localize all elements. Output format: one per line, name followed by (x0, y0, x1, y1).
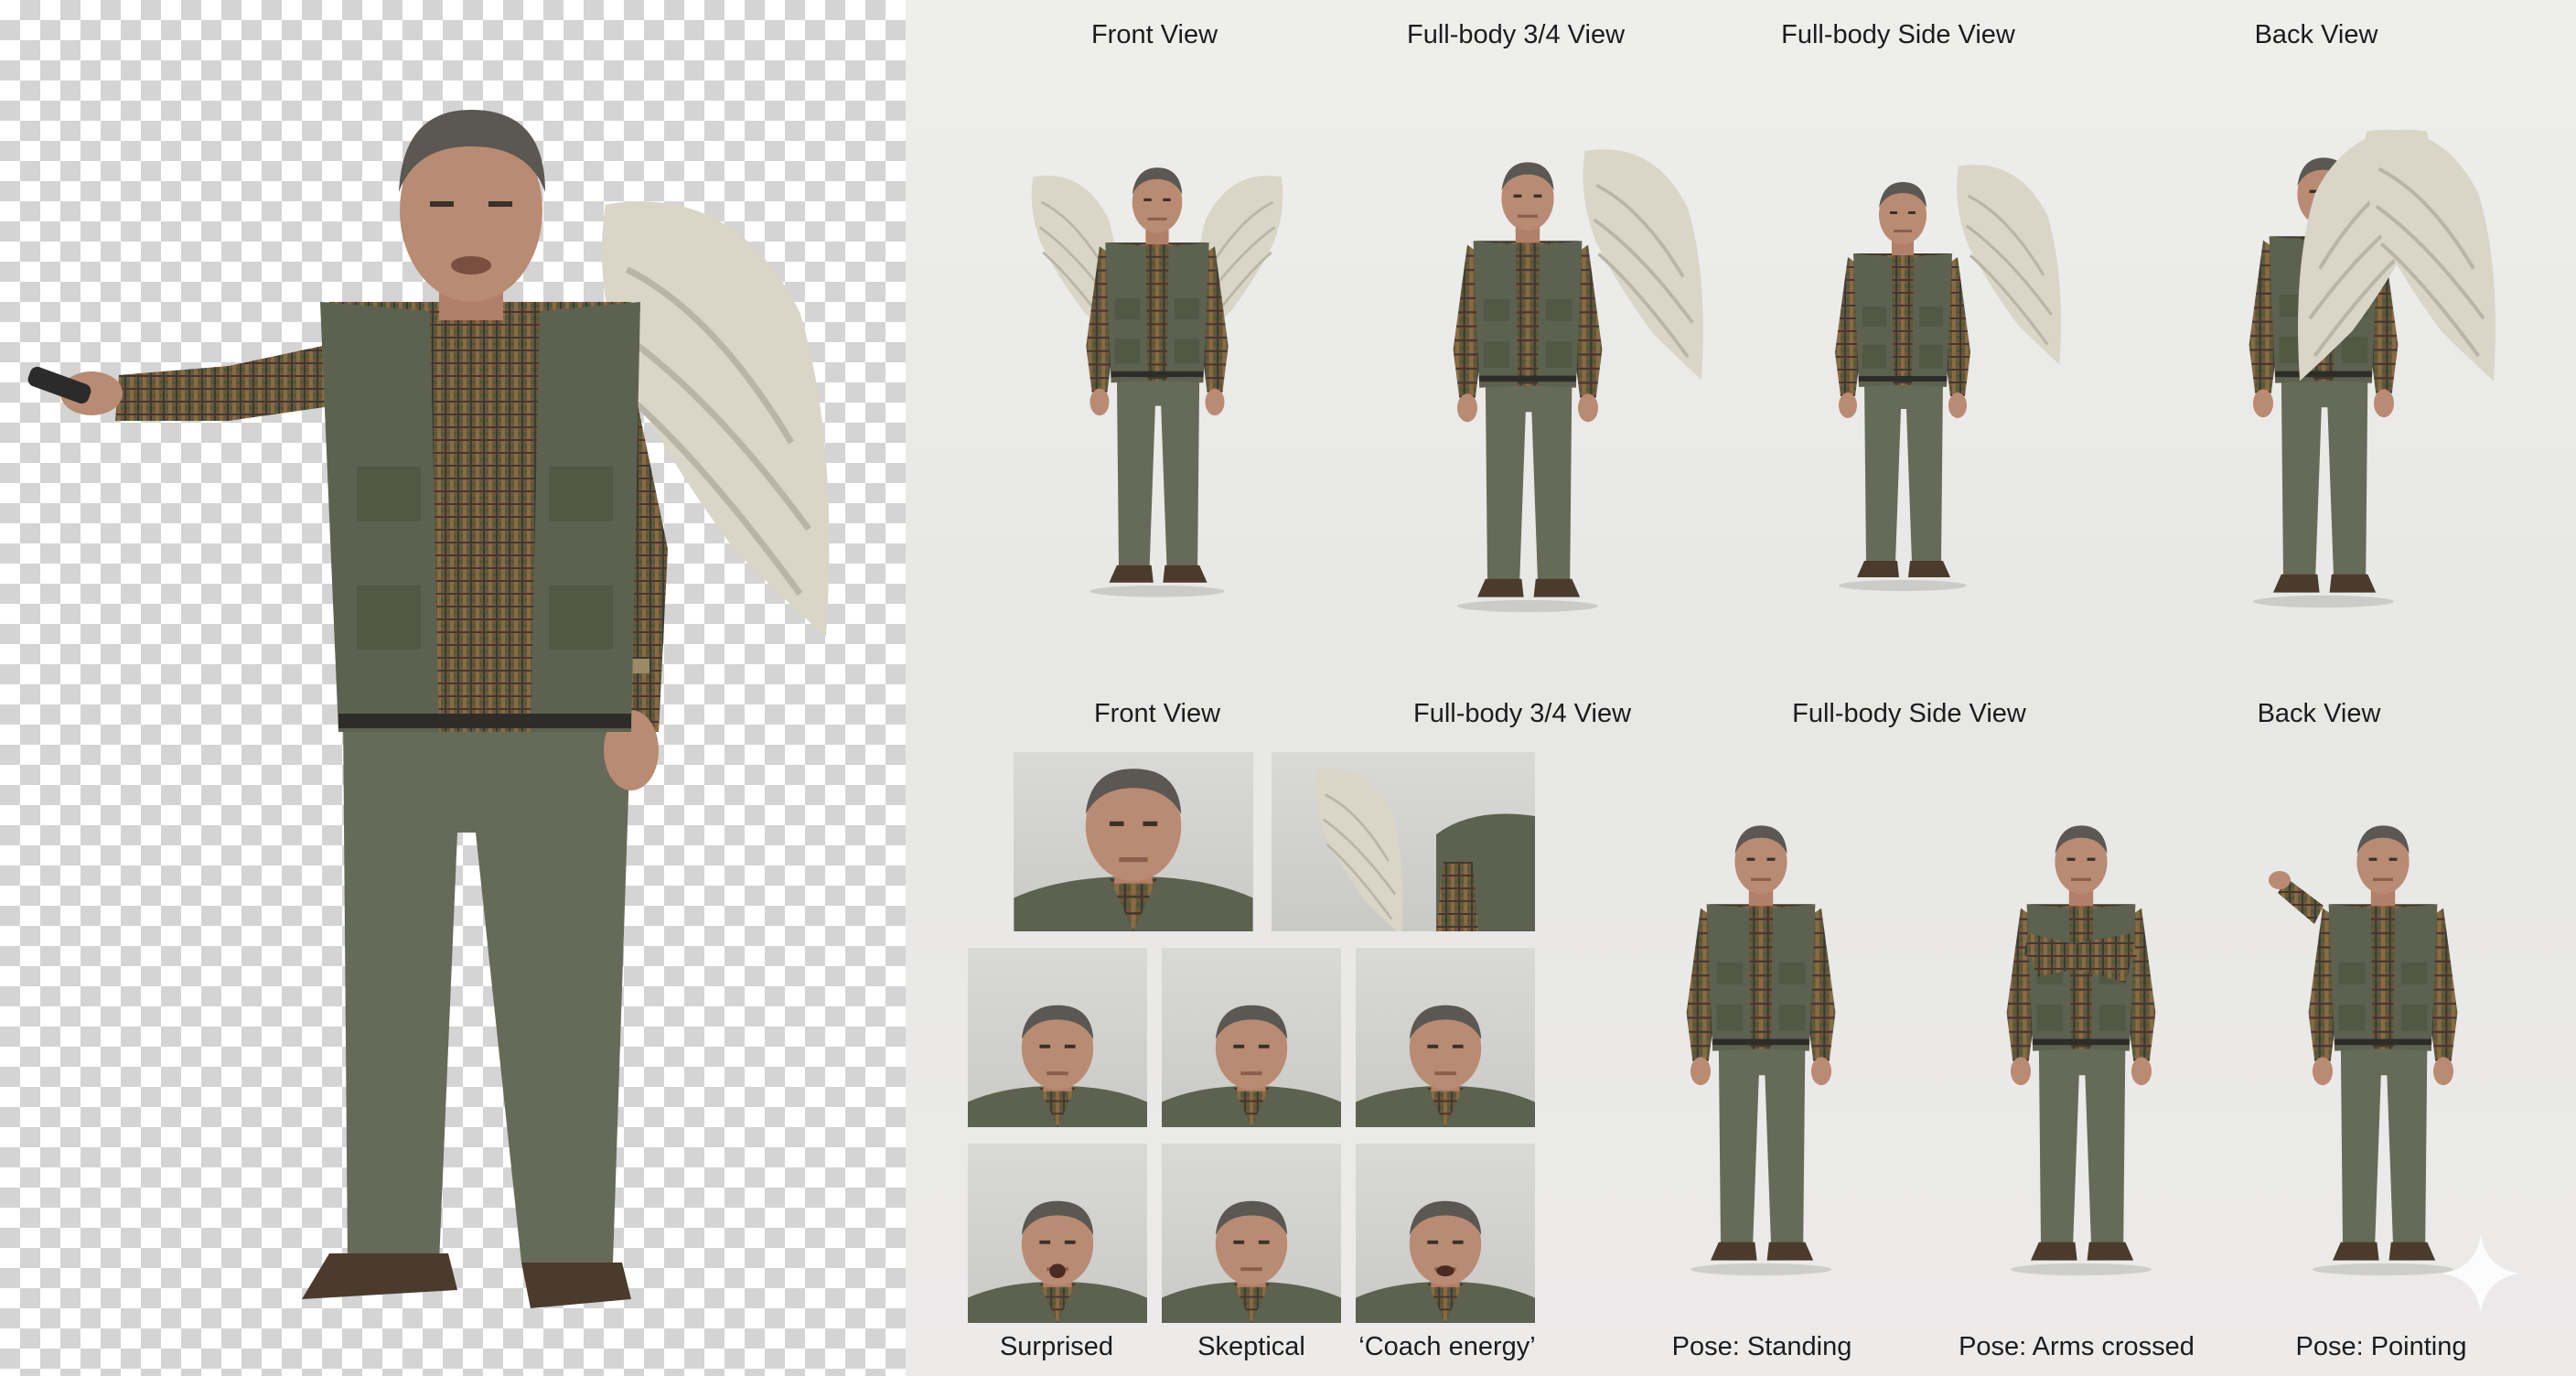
label-surprised: Surprised (999, 1332, 1114, 1361)
label-front-view-top: Front View (1090, 20, 1218, 49)
label-back-view-mid: Back View (2257, 699, 2381, 728)
label-three-quarter-view-mid: Full-body 3/4 View (1412, 699, 1632, 728)
expression-skeptical (1162, 1144, 1341, 1323)
expression-surprised (968, 1144, 1147, 1323)
label-back-view-top: Back View (2254, 20, 2378, 49)
label-pose-arms-crossed: Pose: Arms crossed (1959, 1332, 2195, 1361)
label-coach-energy: ‘Coach energy’ (1358, 1332, 1536, 1361)
figure-pose-arms-crossed (1967, 769, 2195, 1317)
hero-figure-pointing-remote (27, 73, 842, 1317)
label-pose-standing: Pose: Standing (1671, 1332, 1852, 1361)
label-side-view-top: Full-body Side View (1781, 20, 2015, 49)
label-skeptical: Skeptical (1197, 1332, 1305, 1361)
label-side-view-mid: Full-body Side View (1792, 699, 2026, 728)
expression-smiling (1162, 948, 1341, 1127)
sparkle-icon (2439, 1231, 2523, 1316)
label-pose-pointing: Pose: Pointing (2295, 1332, 2467, 1361)
figure-side-view (1802, 64, 2077, 695)
headshot-wing-profile (1272, 752, 1535, 931)
headshot-front (1014, 752, 1253, 931)
figure-front-view (1025, 64, 1290, 686)
figure-pose-standing (1647, 769, 1875, 1317)
expression-stern (1356, 948, 1535, 1127)
label-three-quarter-view-top: Full-body 3/4 View (1406, 20, 1626, 49)
figure-three-quarter-view (1409, 64, 1720, 695)
figure-back-view (2131, 64, 2516, 686)
expression-neutral (968, 948, 1147, 1127)
expression-coach-energy (1356, 1144, 1535, 1323)
label-front-view-mid: Front View (1093, 699, 1221, 728)
